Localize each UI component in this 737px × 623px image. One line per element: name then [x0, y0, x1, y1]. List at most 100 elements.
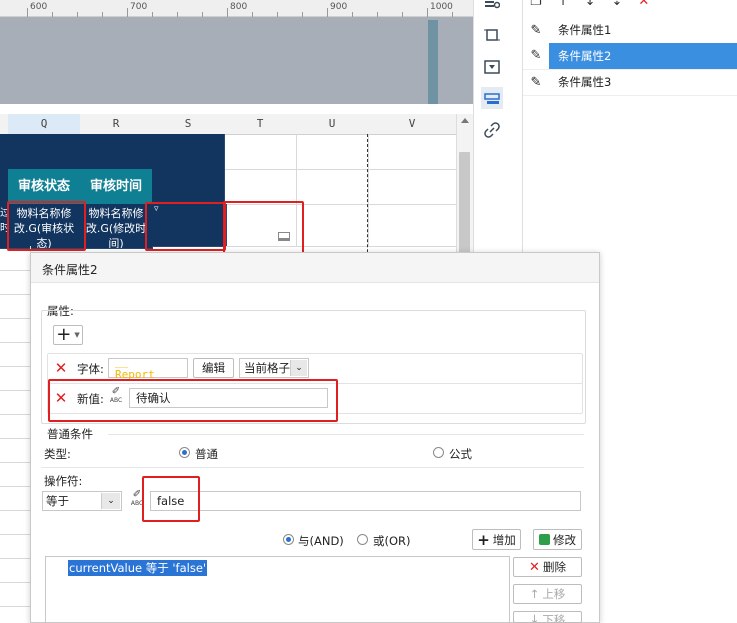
grid-cell[interactable]: [368, 134, 456, 170]
type-label: 类型:: [44, 447, 71, 461]
column-header-t[interactable]: T: [224, 114, 297, 135]
delete-condition-button[interactable]: ✕ 删除: [513, 557, 582, 577]
column-header-v[interactable]: V: [368, 114, 456, 135]
grid-cell[interactable]: [0, 462, 31, 487]
arrow-up-icon: ↑: [529, 587, 540, 601]
operator-select[interactable]: 等于 ⌄: [42, 491, 122, 511]
move-down-condition-button[interactable]: ↓ 下移: [513, 611, 582, 623]
separator: [41, 467, 584, 468]
condition-item[interactable]: ✎ 条件属性1: [523, 17, 737, 44]
add-attribute-button[interactable]: + ▼: [53, 325, 83, 345]
chevron-down-icon[interactable]: ⌄: [101, 493, 120, 509]
and-radio[interactable]: [283, 534, 294, 545]
condition-attribute-icon[interactable]: [481, 87, 503, 109]
up-button-label: 上移: [542, 587, 566, 601]
hyperlink-icon[interactable]: [481, 119, 503, 141]
dialog-titlebar[interactable]: 条件属性2: [31, 253, 599, 283]
grid-cell[interactable]: [296, 169, 369, 205]
move-up-condition-button[interactable]: ↑ 上移: [513, 584, 582, 604]
condition-toolbar: ❐ ↑ ↓ ⇣ ✕: [530, 0, 649, 12]
grid-cell[interactable]: [80, 134, 153, 170]
ruler-label: 800: [230, 2, 248, 12]
font-label: 字体:: [77, 362, 104, 376]
grid-cell[interactable]: [0, 558, 31, 583]
condition-item-label: 条件属性3: [558, 75, 612, 89]
operand-input[interactable]: false: [150, 491, 581, 511]
design-canvas[interactable]: [0, 17, 473, 104]
plus-icon: +: [477, 530, 490, 549]
modify-icon: [539, 534, 550, 545]
grid-cell[interactable]: [368, 169, 456, 205]
grid-cell[interactable]: [224, 169, 297, 205]
column-header-u[interactable]: U: [296, 114, 369, 135]
delete-icon[interactable]: ✕: [638, 0, 649, 12]
grid-cell[interactable]: [0, 294, 31, 319]
condition-expression-list[interactable]: currentValue 等于 'false': [45, 556, 510, 623]
grid-cell[interactable]: [8, 134, 81, 170]
modify-condition-button[interactable]: 修改: [533, 529, 582, 550]
grid-cell[interactable]: [0, 390, 31, 415]
cell-info-icon[interactable]: [481, 0, 503, 16]
ruler-label: 600: [30, 2, 48, 12]
font-preview: __ Report__: [108, 355, 188, 381]
grid-cell[interactable]: [0, 438, 31, 463]
plus-icon: +: [56, 324, 72, 345]
arrow-down-icon: ↓: [529, 612, 540, 623]
grid-cell[interactable]: [368, 204, 456, 247]
canvas-gap: [0, 104, 473, 114]
scope-select[interactable]: 当前格子 ⌄: [239, 358, 309, 378]
grid-cell[interactable]: [0, 366, 31, 391]
type-normal-label: 普通: [195, 447, 218, 461]
header-cell-audit-time[interactable]: 审核时间: [80, 169, 153, 205]
expression-item[interactable]: currentValue 等于 'false': [68, 560, 208, 576]
chevron-down-icon[interactable]: ⌄: [290, 360, 307, 376]
modify-button-label: 修改: [553, 532, 576, 547]
column-header-q[interactable]: Q: [8, 114, 81, 135]
highlight-box: [48, 379, 338, 422]
move-down-icon[interactable]: ↓: [585, 0, 596, 12]
add-condition-button[interactable]: + 增加: [472, 529, 521, 550]
column-header-s[interactable]: S: [152, 114, 225, 135]
grid-cell[interactable]: [0, 486, 31, 511]
scroll-up-arrow-icon[interactable]: [461, 118, 469, 123]
grid-cell[interactable]: [296, 204, 369, 247]
highlight-box: [7, 201, 86, 251]
or-radio[interactable]: [357, 534, 368, 545]
condition-item-selected[interactable]: ✎ 条件属性2: [523, 43, 737, 70]
grid-cell[interactable]: [0, 510, 31, 535]
grid-cell[interactable]: [296, 134, 369, 170]
grid-cell[interactable]: [0, 270, 31, 295]
separator: [108, 434, 584, 435]
type-normal-radio[interactable]: [179, 447, 190, 458]
and-label: 与(AND): [298, 534, 344, 548]
grid-cell[interactable]: [152, 134, 225, 170]
down-button-label: 下移: [542, 613, 566, 623]
scrollbar-thumb[interactable]: [459, 152, 470, 262]
remove-font-attribute-button[interactable]: ✕: [51, 358, 71, 378]
chevron-down-icon: ▼: [74, 331, 80, 339]
condition-item[interactable]: ✎ 条件属性3: [523, 69, 737, 96]
pencil-icon: ✎: [530, 74, 542, 90]
sort-icon[interactable]: ⇣: [611, 0, 622, 12]
grid-cell[interactable]: [0, 318, 31, 343]
condition-item-label: 条件属性1: [558, 23, 612, 37]
grid-cell[interactable]: [0, 414, 31, 439]
edit-font-button[interactable]: 编辑: [193, 358, 234, 378]
grid-cell[interactable]: [0, 582, 31, 607]
data-cell-modify-time[interactable]: 物料名称修改.G(修改时间): [80, 204, 153, 249]
grid-cell[interactable]: [152, 169, 225, 205]
close-icon: ✕: [54, 359, 68, 377]
grid-cell[interactable]: [0, 534, 31, 559]
column-header-r[interactable]: R: [80, 114, 153, 135]
dropdown-widget-icon[interactable]: [481, 56, 503, 78]
ruler-label: 1000: [430, 2, 453, 12]
grid-cell[interactable]: [0, 342, 31, 367]
copy-icon[interactable]: ❐: [530, 0, 542, 12]
type-formula-radio[interactable]: [433, 447, 444, 458]
grid-cell[interactable]: [224, 134, 297, 170]
move-up-icon[interactable]: ↑: [558, 0, 569, 12]
header-cell-audit-status[interactable]: 审核状态: [8, 169, 81, 205]
operator-select-value: 等于: [46, 494, 69, 508]
add-button-label: 增加: [492, 532, 516, 547]
border-frame-icon[interactable]: [481, 24, 503, 46]
